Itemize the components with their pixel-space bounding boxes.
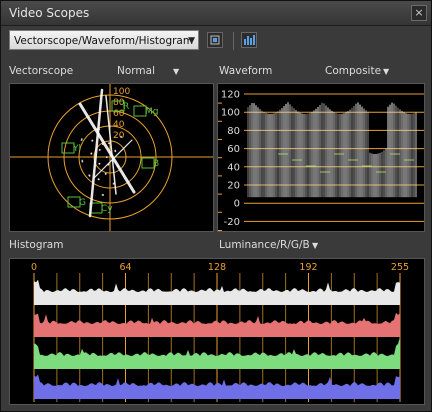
- histogram-x-tick: 0: [31, 262, 37, 273]
- vectorscope-trace-dot: [108, 125, 111, 128]
- vectorscope-trace-dot: [112, 182, 115, 185]
- waveform-graph: 120 100 80 60 40 20 0 -20: [218, 90, 424, 231]
- vectorscope-graph: 10080604020R MgBCyGYl: [10, 84, 213, 231]
- vectorscope-trace-dot: [91, 139, 94, 142]
- vectorscope-scale-label: 100: [113, 87, 130, 97]
- histogram-graph: 0 64 128 192 255: [31, 262, 409, 402]
- window-title: Video Scopes: [9, 6, 90, 20]
- close-button[interactable]: ×: [411, 5, 427, 21]
- waveform-mode-dropdown[interactable]: Composite: [325, 65, 381, 77]
- vectorscope-trace-dot: [97, 178, 100, 181]
- histogram-x-tick: 128: [208, 262, 226, 273]
- waveform-y-tick: -20: [224, 217, 240, 228]
- vectorscope-panel: 100 80 60 40 20 R Mg B Cy G Yl: [9, 83, 214, 232]
- vectorscope-trace-dot: [93, 161, 96, 163]
- histogram-bars-icon: [244, 35, 255, 45]
- waveform-y-tick: 20: [227, 181, 240, 192]
- histogram-panel: 0 64 128 192 255: [9, 258, 425, 405]
- vectorscope-trace-dot: [90, 152, 93, 155]
- vectorscope-trace-dot: [116, 165, 119, 168]
- vectorscope-label: Vectorscope: [9, 65, 74, 77]
- layout-select[interactable]: Vectorscope/Waveform/Histogram ▼: [9, 30, 199, 50]
- toolbar: Vectorscope/Waveform/Histogram ▼: [1, 26, 431, 56]
- waveform-y-tick: 40: [227, 162, 240, 173]
- vectorscope-trace-dot: [114, 150, 117, 153]
- vectorscope-trace-dot: [102, 143, 104, 145]
- vectorscope-trace-dot: [88, 174, 91, 177]
- vectorscope-target-label: Mg: [145, 107, 158, 117]
- histogram-x-tick: 255: [391, 262, 409, 273]
- vectorscope-trace-dot: [81, 138, 83, 140]
- waveform-y-tick: 0: [234, 199, 240, 210]
- vectorscope-scale-label: 20: [113, 131, 125, 141]
- waveform-y-tick: 80: [227, 126, 240, 137]
- layout-select-value: Vectorscope/Waveform/Histogram: [14, 35, 194, 47]
- histogram-x-tick: 192: [299, 262, 317, 273]
- vectorscope-trace-dot: [101, 194, 104, 196]
- vectorscope-trace-dot: [98, 162, 101, 165]
- reference-monitor-button[interactable]: [207, 32, 223, 48]
- waveform-y-tick: 100: [221, 108, 240, 119]
- vectorscope-mode-dropdown[interactable]: Normal: [117, 65, 155, 77]
- histogram-x-tick: 64: [119, 262, 131, 273]
- waveform-mode-arrow-icon[interactable]: ▼: [383, 67, 389, 76]
- vectorscope-target-label: G: [79, 198, 86, 208]
- vectorscope-target-label: B: [153, 159, 159, 169]
- vectorscope-scale-label: 40: [113, 120, 125, 130]
- reference-monitor-icon: [210, 35, 220, 45]
- waveform-label: Waveform: [219, 65, 273, 77]
- vectorscope-trace-dot: [120, 135, 123, 138]
- title-bar[interactable]: Video Scopes ×: [1, 1, 431, 26]
- vectorscope-trace-dot: [105, 156, 108, 159]
- vectorscope-target-label: Yl: [72, 144, 81, 154]
- video-scopes-window: Video Scopes × Vectorscope/Waveform/Hist…: [0, 0, 432, 412]
- vectorscope-trace-dot: [107, 163, 110, 166]
- vectorscope-trace-dot: [98, 148, 101, 151]
- chevron-down-icon: ▼: [188, 36, 195, 46]
- vectorscope-target-label: Cy: [101, 204, 113, 214]
- histogram-mode-dropdown[interactable]: Luminance/R/G/B: [219, 239, 310, 251]
- waveform-panel: 120 100 80 60 40 20 0 -20: [217, 83, 425, 232]
- vectorscope-mode-arrow-icon[interactable]: ▼: [173, 67, 179, 76]
- histogram-label: Histogram: [9, 239, 64, 251]
- vectorscope-target-label: R: [123, 102, 129, 112]
- toolbar-divider: [233, 32, 234, 50]
- vectorscope-trace-dot: [104, 173, 107, 175]
- vectorscope-trace-dot: [98, 128, 101, 131]
- vectorscope-trace-dot: [108, 142, 111, 145]
- histogram-toggle-button[interactable]: [241, 32, 257, 48]
- waveform-y-tick: 120: [221, 90, 240, 101]
- vectorscope-trace-dot: [81, 159, 84, 162]
- waveform-y-tick: 60: [227, 144, 240, 155]
- histogram-mode-arrow-icon[interactable]: ▼: [312, 241, 318, 250]
